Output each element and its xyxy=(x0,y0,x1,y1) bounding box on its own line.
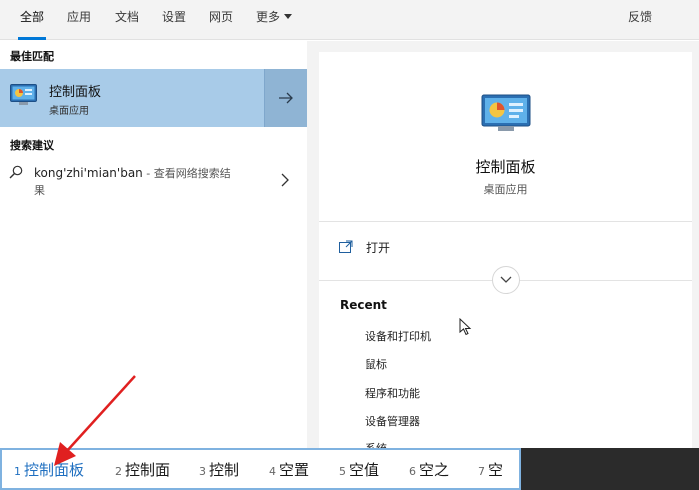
candidate-number: 1 xyxy=(14,465,21,478)
best-match-item[interactable]: 控制面板 桌面应用 xyxy=(0,69,264,127)
search-scope-tabs: 全部 应用 文档 设置 网页 更多 反馈 xyxy=(0,0,699,40)
expand-button[interactable] xyxy=(492,266,520,294)
ime-candidate-bar: 1 控制面板 2 控制面 3 控制 4 空置 5 空值 6 空之 7空 xyxy=(0,448,521,490)
search-icon xyxy=(9,165,23,179)
suggestion-query: kong'zhi'mian'ban xyxy=(34,166,143,180)
search-suggestions-heading: 搜索建议 xyxy=(10,139,54,152)
candidate-number: 3 xyxy=(199,465,206,478)
candidate-word: 空 xyxy=(488,461,504,479)
best-match-result[interactable]: 控制面板 桌面应用 xyxy=(0,69,307,127)
chevron-down-icon xyxy=(500,276,512,283)
detail-title: 控制面板 xyxy=(475,158,536,176)
suggestion-text: kong'zhi'mian'ban - 查看网络搜索结 果 xyxy=(34,165,254,199)
ime-candidate-6[interactable]: 6 空之 xyxy=(409,459,449,480)
recent-item[interactable]: 设备和打印机 xyxy=(365,328,431,344)
control-panel-icon xyxy=(481,94,531,131)
ime-candidate-4[interactable]: 4 空置 xyxy=(269,459,309,480)
tab-documents[interactable]: 文档 xyxy=(115,0,139,40)
ime-candidate-5[interactable]: 5 空值 xyxy=(339,459,379,480)
ime-candidate-1[interactable]: 1 控制面板 xyxy=(14,459,84,480)
web-suggestion-item[interactable]: kong'zhi'mian'ban - 查看网络搜索结 果 xyxy=(0,161,307,205)
candidate-number: 6 xyxy=(409,465,416,478)
candidate-word: 控制 xyxy=(209,461,240,479)
arrow-right-icon xyxy=(279,92,293,104)
candidate-number: 4 xyxy=(269,465,276,478)
recent-item[interactable]: 程序和功能 xyxy=(365,385,420,401)
open-window-icon xyxy=(339,240,353,253)
best-match-subtitle: 桌面应用 xyxy=(49,106,89,117)
taskbar-area xyxy=(521,448,699,490)
ime-candidate-3[interactable]: 3 控制 xyxy=(199,459,239,480)
tab-web[interactable]: 网页 xyxy=(209,0,233,40)
open-details-button[interactable] xyxy=(264,69,307,127)
mouse-cursor-icon xyxy=(459,318,472,336)
candidate-word: 控制面 xyxy=(125,461,171,479)
detail-panel: 控制面板 桌面应用 打开 Recent 设备和打印机 鼠标 程序和功能 设备管理… xyxy=(319,52,692,448)
tab-more-label: 更多 xyxy=(256,10,281,24)
recent-item[interactable]: 鼠标 xyxy=(365,356,387,372)
control-panel-icon xyxy=(10,84,37,105)
best-match-title: 控制面板 xyxy=(49,85,102,100)
recent-item[interactable]: 系统 xyxy=(365,440,387,448)
tab-more[interactable]: 更多 xyxy=(256,0,293,40)
tab-all[interactable]: 全部 xyxy=(17,0,47,40)
candidate-number: 7 xyxy=(478,465,485,478)
chevron-right-icon[interactable] xyxy=(280,173,290,187)
caret-down-icon xyxy=(284,14,293,19)
recent-item[interactable]: 设备管理器 xyxy=(365,413,420,429)
detail-subtitle: 桌面应用 xyxy=(483,183,528,196)
candidate-word: 空值 xyxy=(349,461,380,479)
ime-candidate-7[interactable]: 7空 xyxy=(478,459,503,480)
suggestion-suffix-wrap: 果 xyxy=(34,184,45,197)
candidate-word: 空之 xyxy=(419,461,450,479)
tab-settings[interactable]: 设置 xyxy=(162,0,186,40)
feedback-button[interactable]: 反馈 xyxy=(628,0,652,40)
best-match-heading: 最佳匹配 xyxy=(10,50,54,63)
divider xyxy=(319,221,692,222)
candidate-word: 控制面板 xyxy=(24,461,85,479)
tab-apps[interactable]: 应用 xyxy=(67,0,91,40)
candidate-word: 空置 xyxy=(279,461,310,479)
candidate-number: 5 xyxy=(339,465,346,478)
candidate-number: 2 xyxy=(115,465,122,478)
recent-heading: Recent xyxy=(340,298,387,312)
results-panel: 最佳匹配 控制面板 桌面应用 搜索建议 kong'zhi'mian'ban - … xyxy=(0,41,307,448)
ime-candidate-2[interactable]: 2 控制面 xyxy=(115,459,170,480)
suggestion-suffix: - 查看网络搜索结 xyxy=(142,167,231,180)
open-label: 打开 xyxy=(366,241,391,255)
